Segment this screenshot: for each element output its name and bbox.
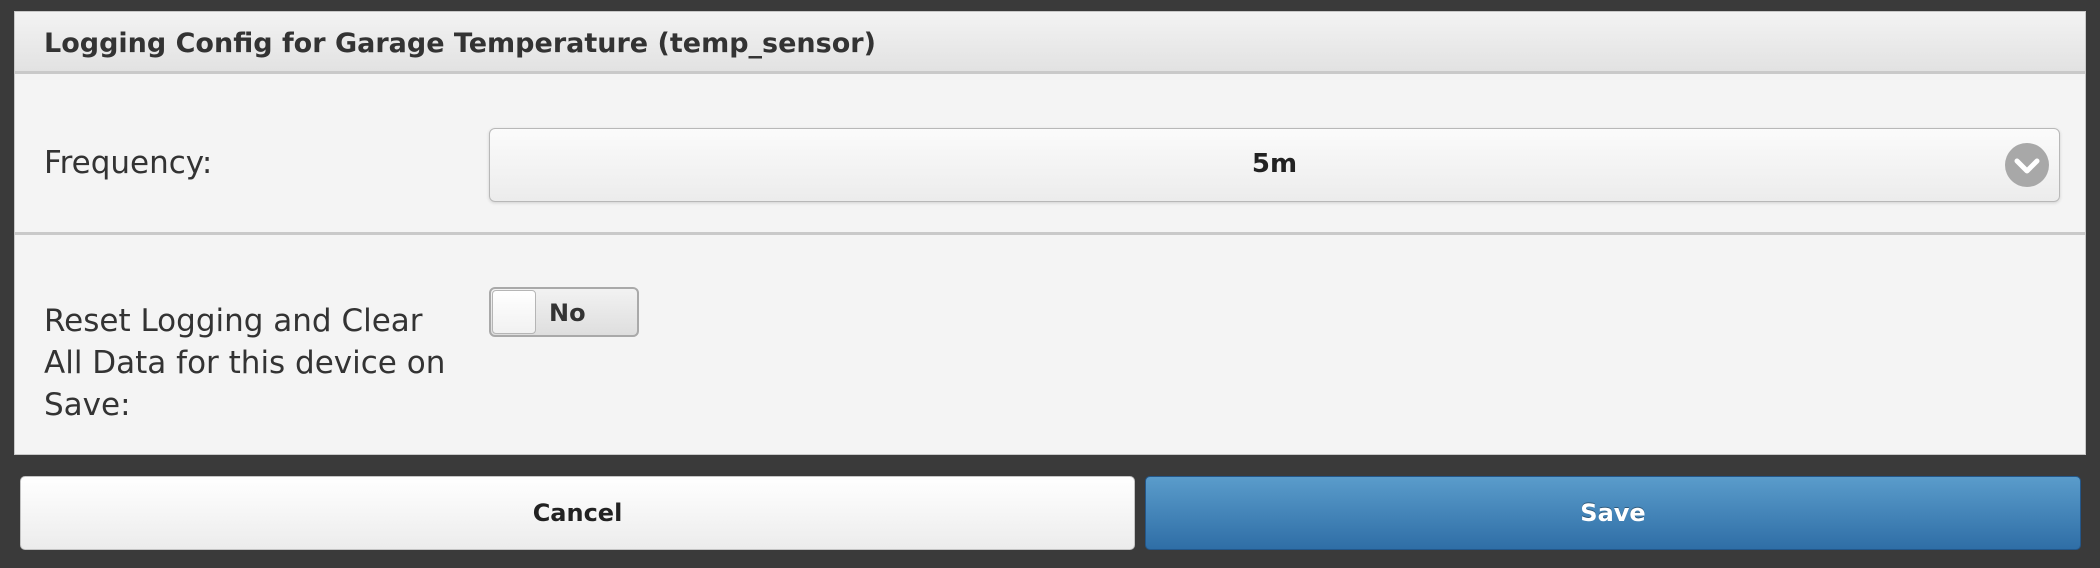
toggle-knob xyxy=(492,290,536,334)
dialog-header: Logging Config for Garage Temperature (t… xyxy=(15,12,2085,74)
chevron-down-icon xyxy=(2005,143,2049,187)
reset-row: Reset Logging and Clear All Data for thi… xyxy=(15,235,2085,454)
frequency-selected-value: 5m xyxy=(1251,149,1298,179)
cancel-button[interactable]: Cancel xyxy=(20,476,1135,550)
dialog-title: Logging Config for Garage Temperature (t… xyxy=(44,28,876,59)
frequency-row: Frequency: 5m xyxy=(15,74,2085,235)
reset-toggle[interactable]: No xyxy=(489,287,639,337)
toggle-state-label: No xyxy=(549,299,586,327)
save-button[interactable]: Save xyxy=(1145,476,2081,550)
logging-config-dialog: Logging Config for Garage Temperature (t… xyxy=(14,11,2086,455)
reset-label: Reset Logging and Clear All Data for thi… xyxy=(44,303,446,423)
frequency-select[interactable]: 5m xyxy=(489,128,2060,202)
frequency-label: Frequency: xyxy=(44,145,213,181)
